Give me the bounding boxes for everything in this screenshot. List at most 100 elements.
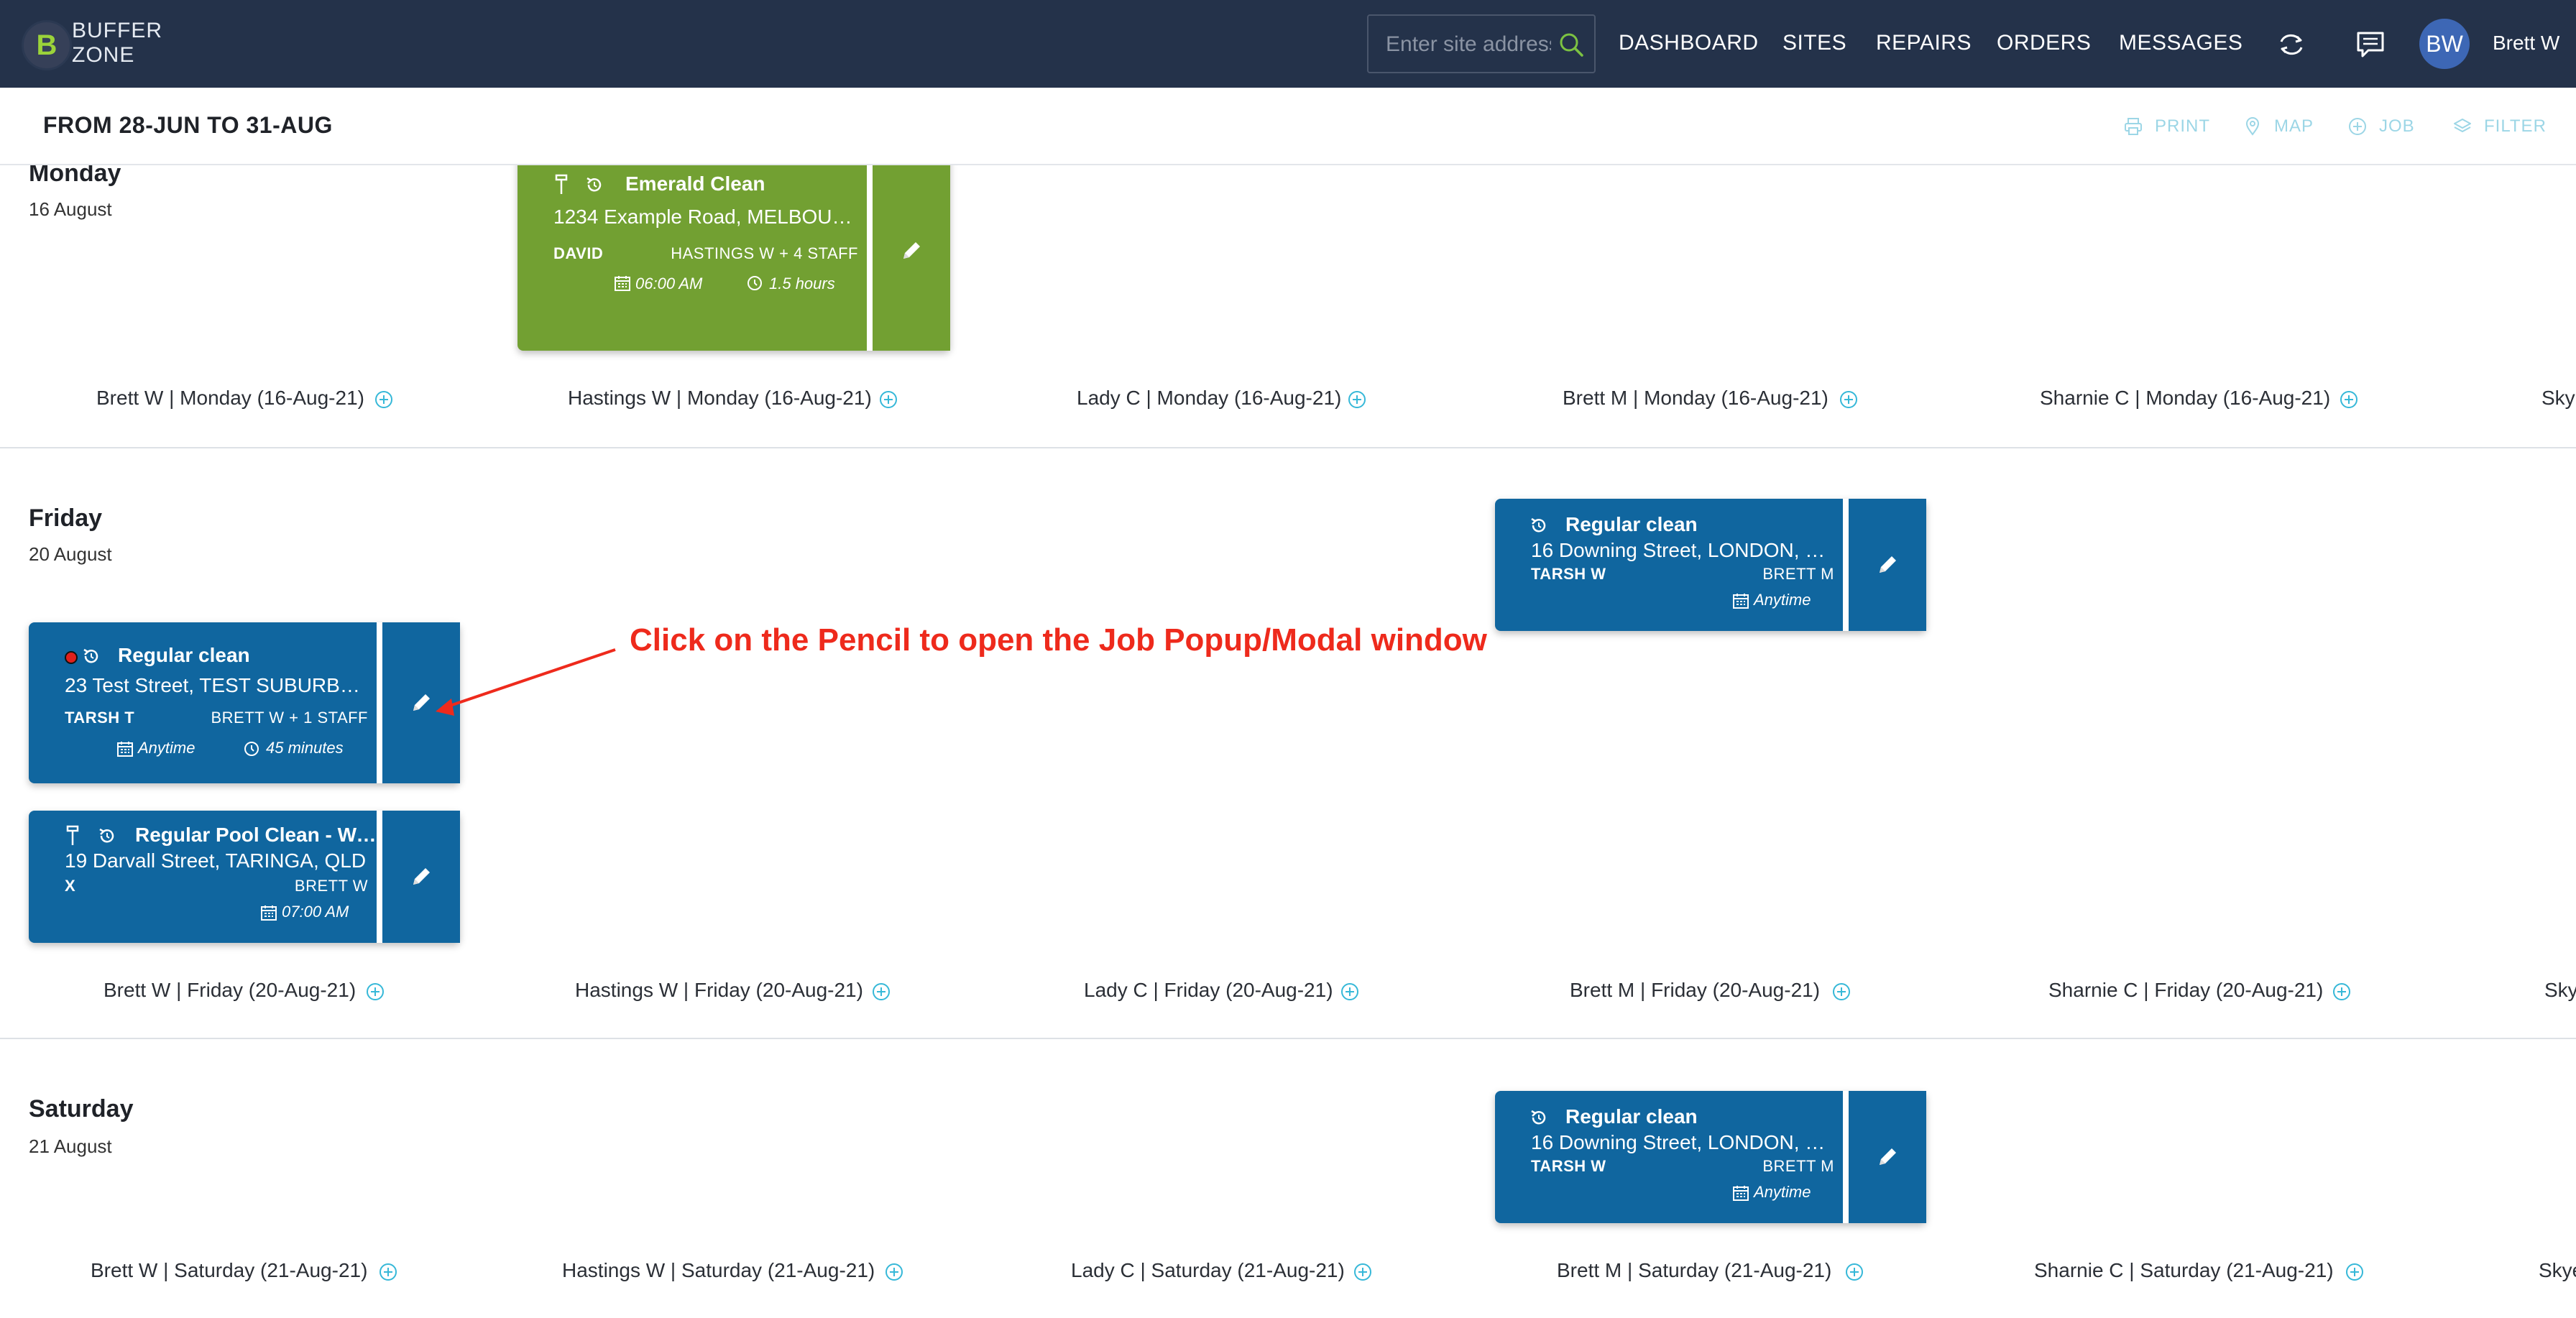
job-duration: 1.5 hours: [769, 275, 835, 292]
add-job-icon[interactable]: [2332, 982, 2352, 1002]
add-job-icon[interactable]: [1844, 1262, 1864, 1282]
recurring-icon: [1531, 517, 1546, 533]
add-job-icon[interactable]: [1353, 1262, 1373, 1282]
broom-icon: [66, 825, 79, 845]
pencil-icon: [903, 242, 920, 259]
logo-letter: B: [36, 29, 58, 61]
logo-line-2: ZONE: [72, 43, 135, 67]
pencil-icon: [1880, 1148, 1896, 1165]
user-avatar[interactable]: BW: [2419, 19, 2470, 69]
edit-job-button[interactable]: [377, 622, 460, 783]
job-card[interactable]: Regular clean 23 Test Street, TEST SUBUR…: [29, 622, 460, 783]
schedule-content: Monday 16 August Emerald Clean 1234 Exam…: [0, 165, 2576, 1318]
staff-column-label: Sky: [2542, 387, 2575, 409]
job-person: X: [65, 877, 76, 895]
job-duration: 45 minutes: [266, 739, 344, 757]
calendar-icon: [261, 905, 277, 921]
job-person: DAVID: [553, 244, 604, 262]
add-job-icon[interactable]: [1347, 390, 1367, 410]
staff-column-label: Hastings W | Saturday (21-Aug-21): [562, 1259, 875, 1281]
schedule-subheader: FROM 28-JUN TO 31-AUG PRINT MAP JOB FILT…: [0, 88, 2576, 165]
add-job-icon[interactable]: [2339, 390, 2359, 410]
staff-column-label: Hastings W | Friday (20-Aug-21): [575, 979, 863, 1001]
tutorial-annotation: Click on the Pencil to open the Job Popu…: [630, 622, 1487, 658]
edit-job-button[interactable]: [867, 165, 950, 351]
job-label: JOB: [2379, 116, 2415, 136]
staff-column-label: Skye: [2539, 1259, 2576, 1281]
day-name: Saturday: [29, 1095, 134, 1123]
staff-column-label: Lady C | Saturday (21-Aug-21): [1071, 1259, 1345, 1281]
add-job-icon[interactable]: [884, 1262, 904, 1282]
job-card-body[interactable]: Regular clean 23 Test Street, TEST SUBUR…: [29, 622, 377, 783]
job-staff: BRETT W: [294, 877, 368, 895]
nav-orders[interactable]: ORDERS: [1997, 29, 2091, 57]
recurring-icon: [83, 648, 98, 663]
map-label: MAP: [2274, 116, 2314, 136]
user-name[interactable]: Brett W: [2493, 30, 2559, 56]
job-time: 06:00 AM: [635, 275, 703, 292]
add-job-icon[interactable]: [1831, 982, 1852, 1002]
job-card[interactable]: Emerald Clean 1234 Example Road, MELBOUR…: [518, 165, 950, 351]
job-address: 16 Downing Street, LONDON, UK: [1531, 1131, 1828, 1153]
chat-icon[interactable]: [2352, 26, 2389, 63]
nav-dashboard[interactable]: DASHBOARD: [1619, 29, 1759, 57]
job-person: TARSH T: [65, 709, 135, 727]
clock-icon: [748, 276, 762, 290]
day-name: Monday: [29, 165, 121, 187]
job-card-body[interactable]: Regular clean 16 Downing Street, LONDON,…: [1495, 1091, 1843, 1223]
calendar-icon: [615, 276, 630, 291]
clock-icon: [244, 742, 259, 756]
site-search-input[interactable]: [1384, 29, 1552, 60]
layers-icon: [2454, 119, 2471, 132]
sync-icon[interactable]: [2273, 26, 2310, 63]
nav-repairs[interactable]: REPAIRS: [1876, 29, 1972, 57]
job-address: 16 Downing Street, LONDON, UK: [1531, 539, 1828, 561]
add-job-icon[interactable]: [2345, 1262, 2365, 1282]
job-title: Regular Pool Clean - Weekly: [135, 824, 377, 846]
recurring-icon: [1531, 1110, 1546, 1125]
day-divider: [0, 447, 2576, 448]
search-icon[interactable]: [1557, 30, 1586, 59]
add-job-icon[interactable]: [378, 1262, 398, 1282]
add-job-icon[interactable]: [374, 390, 394, 410]
broom-icon: [555, 174, 568, 194]
job-staff: HASTINGS W + 4 STAFF: [671, 244, 858, 262]
pencil-icon: [1880, 556, 1896, 573]
add-job-icon[interactable]: [1340, 982, 1360, 1002]
job-card[interactable]: Regular Pool Clean - Weekly 19 Darvall S…: [29, 811, 460, 943]
add-job-icon[interactable]: [1839, 390, 1859, 410]
job-address: 19 Darvall Street, TARINGA, QLD: [65, 849, 367, 872]
nav-messages[interactable]: MESSAGES: [2119, 29, 2242, 57]
site-search-box: [1367, 14, 1596, 73]
job-staff: BRETT M: [1762, 1157, 1834, 1175]
recurring-icon: [586, 177, 602, 192]
nav-sites[interactable]: SITES: [1782, 29, 1846, 57]
job-card[interactable]: Regular clean 16 Downing Street, LONDON,…: [1495, 499, 1926, 631]
day-divider: [0, 1038, 2576, 1039]
job-title: Emerald Clean: [625, 172, 765, 195]
staff-column-label: Hastings W | Monday (16-Aug-21): [568, 387, 872, 409]
add-job-icon[interactable]: [365, 982, 385, 1002]
day-date: 20 August: [29, 543, 112, 565]
filter-label: FILTER: [2484, 116, 2547, 136]
edit-job-button[interactable]: [1843, 1091, 1926, 1223]
job-title: Regular clean: [1565, 513, 1698, 535]
recurring-icon: [99, 828, 114, 843]
staff-column-label: Brett M | Monday (16-Aug-21): [1563, 387, 1828, 409]
add-job-icon[interactable]: [878, 390, 898, 410]
job-address: 1234 Example Road, MELBOURNE: [553, 206, 852, 228]
map-pin-icon: [2245, 117, 2260, 136]
edit-job-button[interactable]: [1843, 499, 1926, 631]
job-card-body[interactable]: Regular Pool Clean - Weekly 19 Darvall S…: [29, 811, 377, 943]
job-time: Anytime: [138, 739, 196, 757]
job-card[interactable]: Regular clean 16 Downing Street, LONDON,…: [1495, 1091, 1926, 1223]
buffer-zone-logo[interactable]: B: [22, 20, 72, 70]
alert-dot: [65, 651, 78, 664]
job-card-body[interactable]: Emerald Clean 1234 Example Road, MELBOUR…: [518, 165, 867, 351]
job-card-body[interactable]: Regular clean 16 Downing Street, LONDON,…: [1495, 499, 1843, 631]
job-address: 23 Test Street, TEST SUBURB, QLD: [65, 674, 362, 696]
add-job-icon[interactable]: [871, 982, 891, 1002]
job-title: Regular clean: [118, 644, 250, 666]
edit-job-button[interactable]: [377, 811, 460, 943]
logo-text: BUFFER ZONE: [72, 19, 162, 68]
